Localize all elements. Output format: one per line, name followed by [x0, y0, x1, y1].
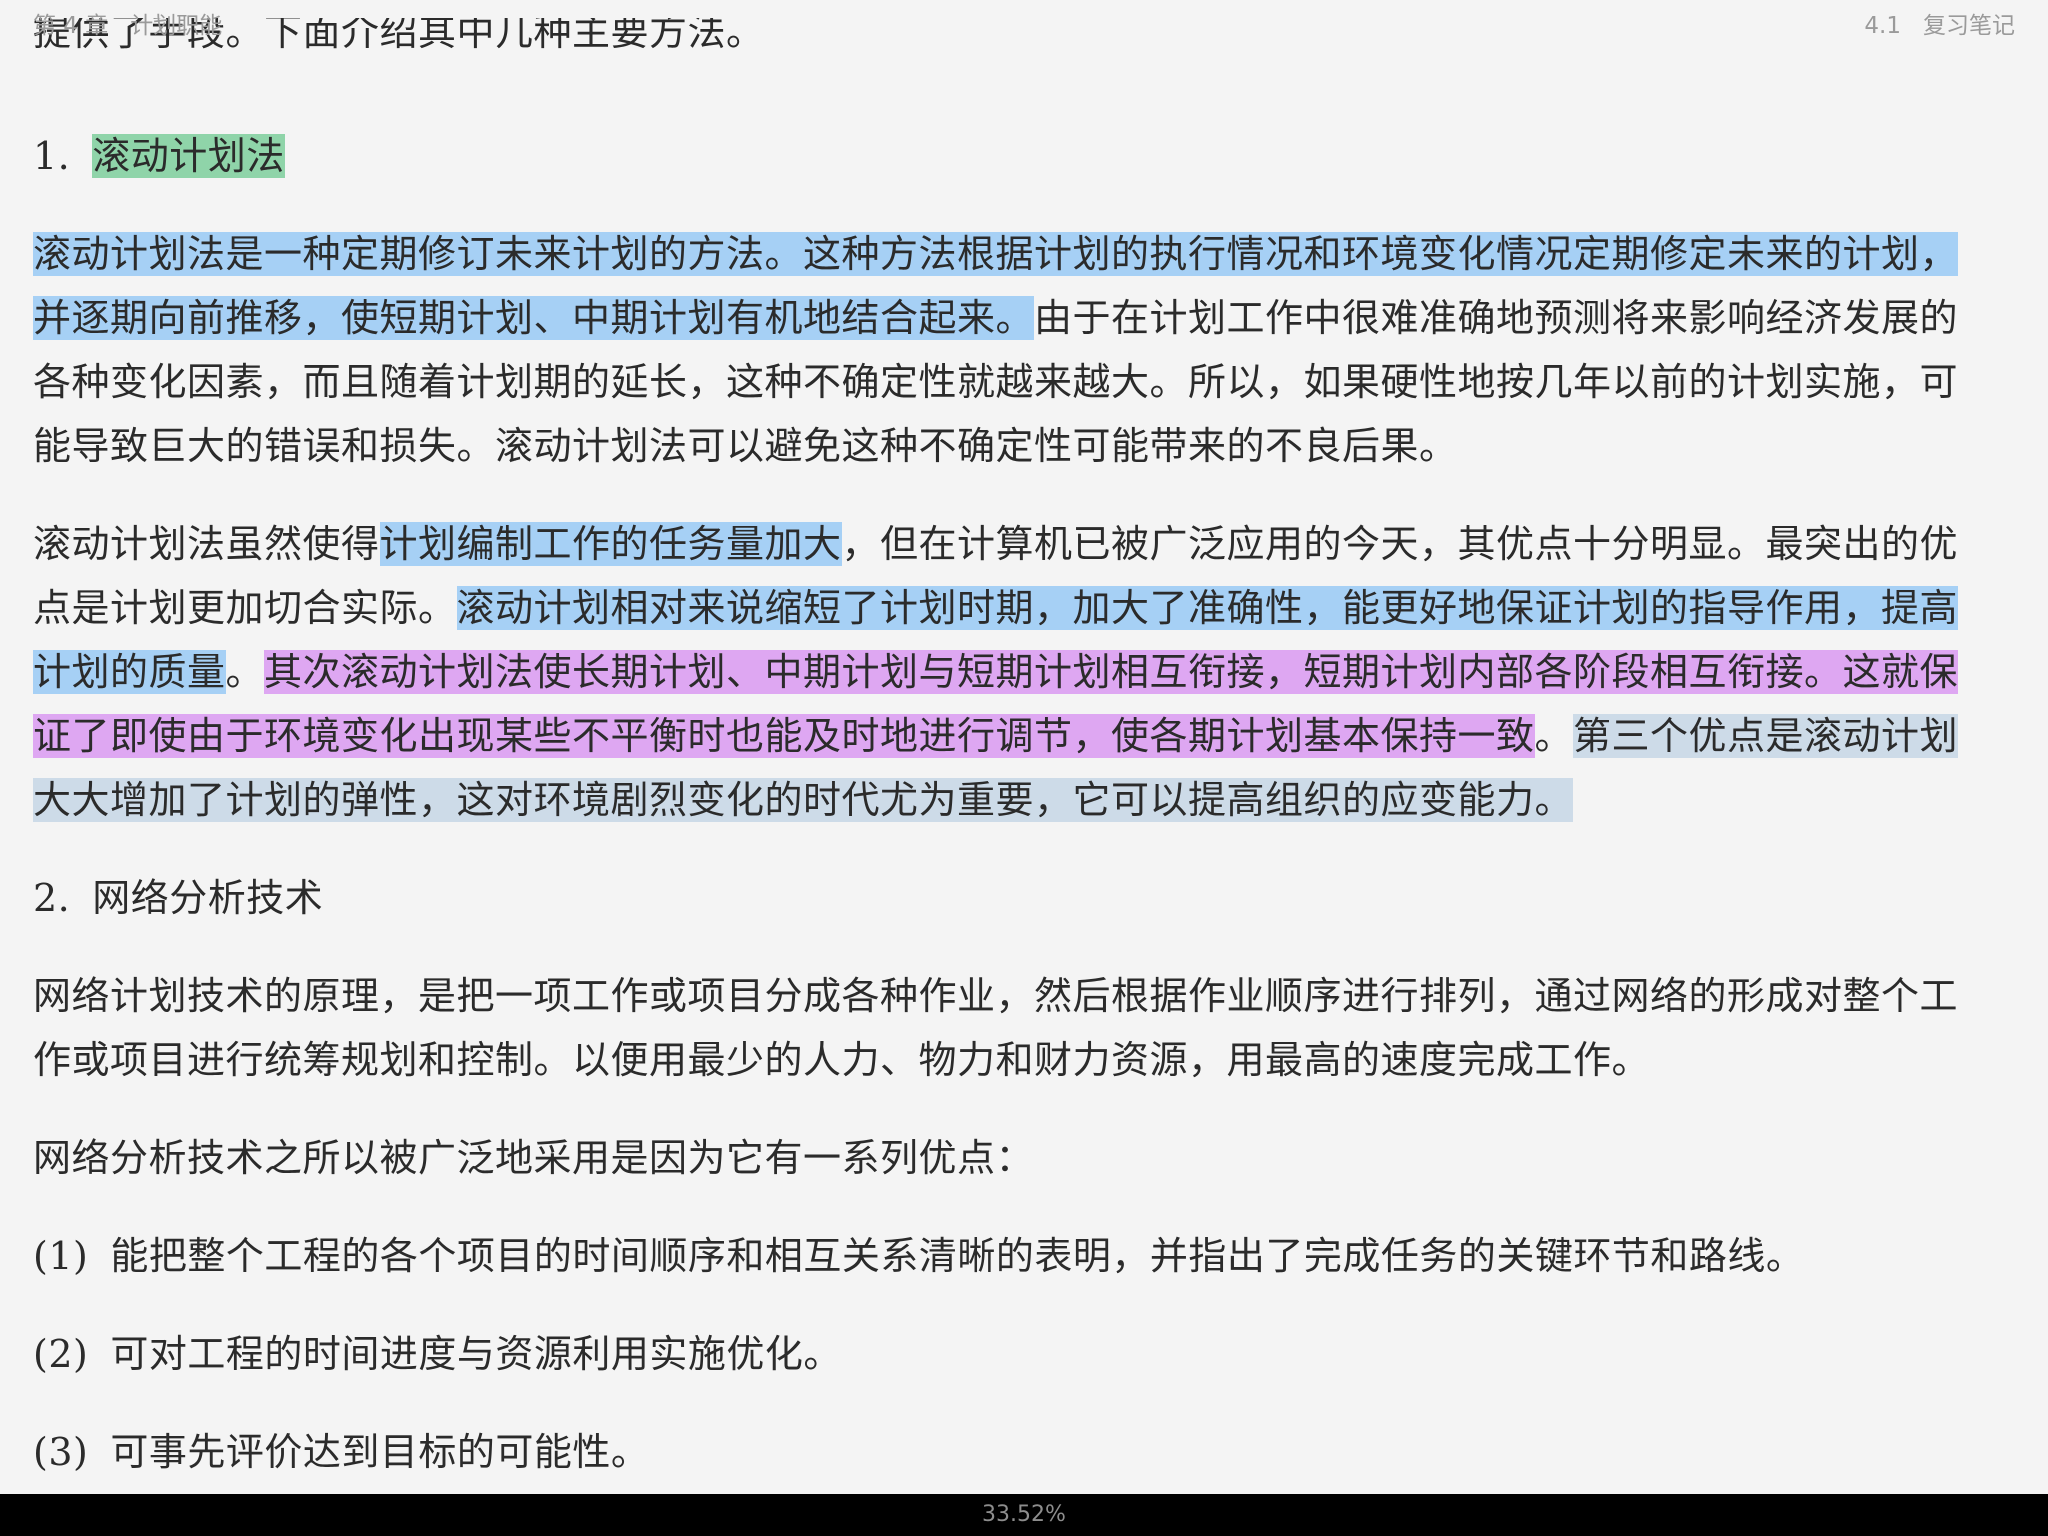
section-number-1: 1. — [33, 134, 71, 178]
section-number-2: 2. — [33, 876, 71, 920]
list-text: 可事先评价达到目标的可能性。 — [110, 1430, 650, 1474]
paragraph-4: 网络分析技术之所以被广泛地采用是因为它有一系列优点： — [33, 1136, 1035, 1180]
paragraph-1: 滚动计划法是一种定期修订未来计划的方法。这种方法根据计划的执行情况和环境变化情况… — [33, 222, 1991, 478]
section-title: 复习笔记 — [1923, 13, 2015, 39]
chapter-number: 第 4 章 — [33, 13, 109, 39]
list-item-2: (2) 可对工程的时间进度与资源利用实施优化。 — [33, 1322, 1991, 1386]
chapter-title: 计划职能 — [130, 13, 223, 39]
section-heading-2: 2. 网络分析技术 — [33, 866, 1991, 930]
list-item-1: (1) 能把整个工程的各个项目的时间顺序和相互关系清晰的表明，并指出了完成任务的关… — [33, 1224, 1991, 1288]
section-title-2: 网络分析技术 — [92, 876, 324, 920]
progress-bar[interactable]: 33.52% — [0, 1494, 2048, 1536]
list-number: (1) — [33, 1234, 89, 1278]
list-number: (3) — [33, 1430, 89, 1474]
paragraph-text: 。 — [225, 650, 265, 694]
section-number: 4.1 — [1864, 13, 1901, 39]
paragraph-text: 。 — [1534, 714, 1574, 758]
reading-content[interactable]: 提供了手段。下面介绍其中几种主要方法。 1. 滚动计划法 滚动计划法是一种定期修订… — [33, 18, 1991, 1518]
list-text: 可对工程的时间进度与资源利用实施优化。 — [110, 1332, 842, 1376]
reader-header: 第 4 章计划职能 4.1 复习笔记 — [0, 0, 2048, 40]
highlight-blue[interactable]: 计划编制工作的任务量加大 — [379, 522, 842, 566]
list-item-3: (3) 可事先评价达到目标的可能性。 — [33, 1420, 1991, 1484]
paragraph-2: 滚动计划法虽然使得计划编制工作的任务量加大，但在计算机已被广泛应用的今天，其优点… — [33, 512, 1991, 832]
list-number: (2) — [33, 1332, 89, 1376]
progress-percent: 33.52% — [982, 1502, 1066, 1527]
highlight-green[interactable]: 滚动计划法 — [92, 134, 285, 178]
header-chapter: 第 4 章计划职能 — [33, 6, 222, 40]
header-section: 4.1 复习笔记 — [1864, 6, 2015, 40]
section-heading-1: 1. 滚动计划法 — [33, 124, 1991, 188]
paragraph-text: 滚动计划法虽然使得 — [33, 522, 380, 566]
list-text: 能把整个工程的各个项目的时间顺序和相互关系清晰的表明，并指出了完成任务的关键环节… — [110, 1234, 1805, 1278]
paragraph-3: 网络计划技术的原理，是把一项工作或项目分成各种作业，然后根据作业顺序进行排列，通… — [33, 974, 1959, 1082]
